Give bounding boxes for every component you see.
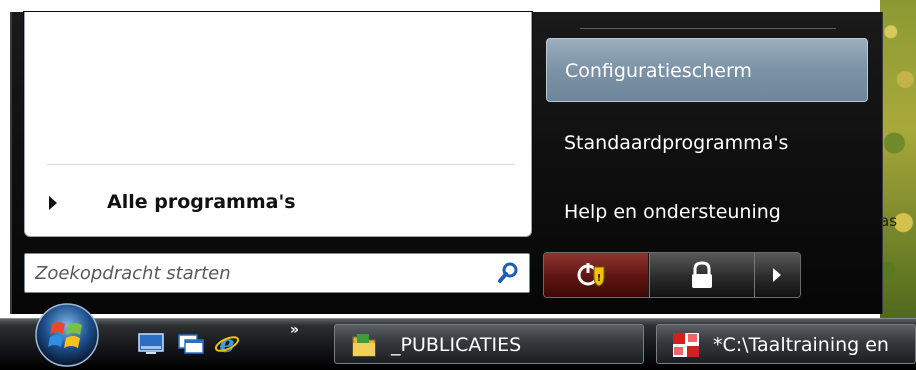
start-menu: as Alle programma's Configuratiescherm S… (0, 0, 916, 318)
all-programs-label: Alle programma's (107, 191, 296, 213)
taskbar-button-taaltraining[interactable]: *C:\Taaltraining en (656, 324, 916, 364)
taskbar-button-label: *C:\Taaltraining en (713, 334, 889, 356)
folder-icon (352, 334, 376, 357)
right-item-configuratiescherm[interactable]: Configuratiescherm (546, 38, 868, 102)
windows-orb-icon[interactable] (28, 298, 106, 368)
shield-power-icon: ! (577, 263, 605, 287)
quick-launch-overflow[interactable]: » (290, 322, 299, 338)
all-programs-button[interactable]: Alle programma's (39, 188, 509, 220)
shutdown-button[interactable]: ! (544, 253, 648, 297)
power-buttons: ! (543, 252, 801, 298)
arrow-right-icon (773, 268, 781, 282)
internet-explorer-icon[interactable]: e (214, 331, 240, 357)
svg-text:!: ! (597, 273, 602, 284)
svg-text:e: e (219, 331, 234, 357)
taskbar-button-label: _PUBLICATIES (391, 334, 522, 356)
programs-pane: Alle programma's (24, 12, 532, 237)
right-item-help[interactable]: Help en ondersteuning (546, 180, 868, 244)
right-item-standaardprogrammas[interactable]: Standaardprogramma's (546, 111, 868, 175)
taskbar-button-publicaties[interactable]: _PUBLICATIES (334, 324, 644, 364)
separator (580, 28, 836, 29)
lock-button[interactable] (649, 253, 754, 297)
power-options-button[interactable] (754, 253, 800, 297)
separator (47, 164, 515, 165)
search-input[interactable] (25, 254, 490, 292)
switch-windows-icon[interactable] (178, 334, 204, 354)
lock-icon (692, 261, 712, 288)
desktop-wallpaper (880, 0, 916, 318)
magnifier-icon[interactable] (497, 262, 519, 284)
triangle-right-icon (49, 196, 57, 210)
show-desktop-icon[interactable] (138, 333, 164, 355)
search-box[interactable] (24, 253, 530, 293)
application-icon (673, 333, 699, 357)
